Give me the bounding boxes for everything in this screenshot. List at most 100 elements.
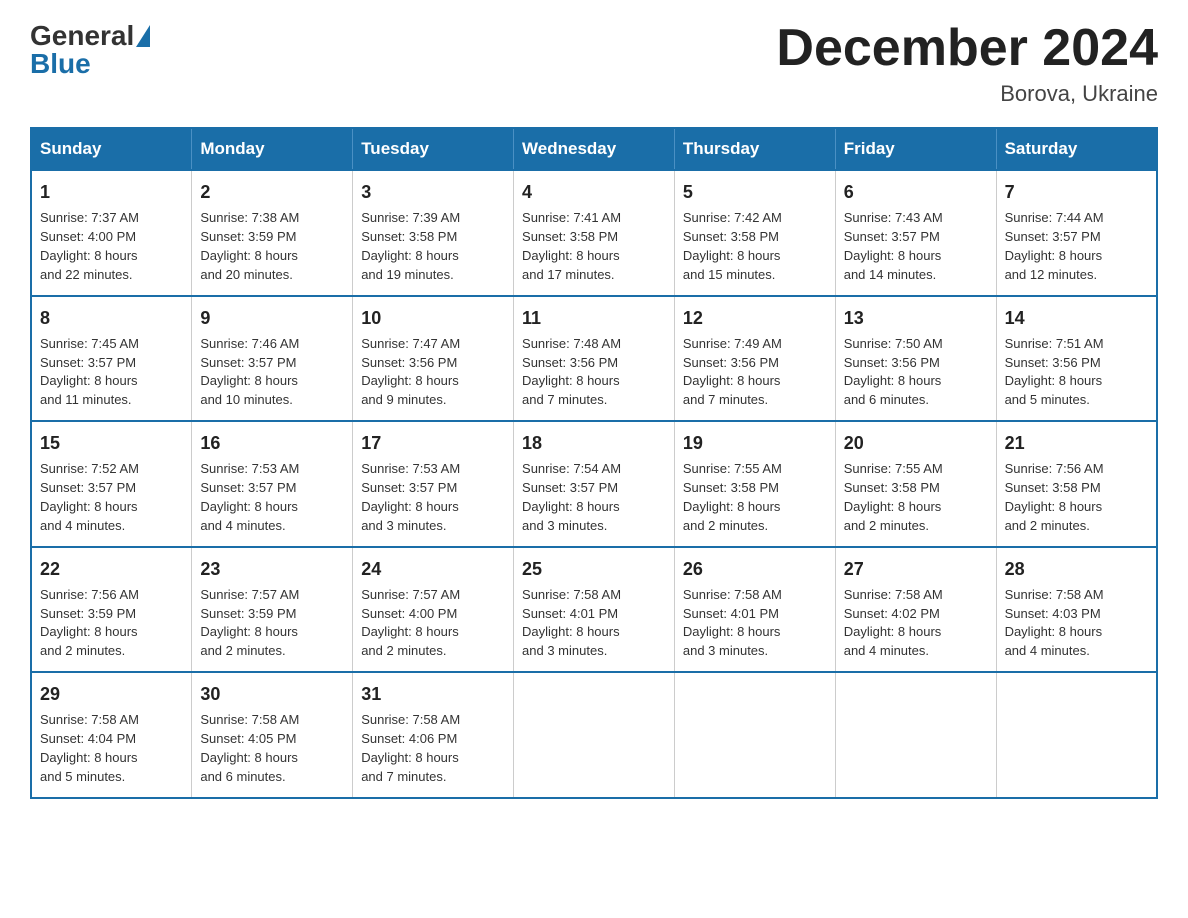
day-number: 17 bbox=[361, 430, 505, 456]
day-of-week-header: Saturday bbox=[996, 128, 1157, 170]
day-number: 30 bbox=[200, 681, 344, 707]
day-info: Sunrise: 7:58 AMSunset: 4:05 PMDaylight:… bbox=[200, 711, 344, 786]
calendar-day-cell: 14Sunrise: 7:51 AMSunset: 3:56 PMDayligh… bbox=[996, 296, 1157, 421]
day-info: Sunrise: 7:44 AMSunset: 3:57 PMDaylight:… bbox=[1005, 209, 1148, 284]
day-info: Sunrise: 7:41 AMSunset: 3:58 PMDaylight:… bbox=[522, 209, 666, 284]
calendar-header: SundayMondayTuesdayWednesdayThursdayFrid… bbox=[31, 128, 1157, 170]
day-info: Sunrise: 7:58 AMSunset: 4:02 PMDaylight:… bbox=[844, 586, 988, 661]
day-info: Sunrise: 7:58 AMSunset: 4:06 PMDaylight:… bbox=[361, 711, 505, 786]
day-info: Sunrise: 7:55 AMSunset: 3:58 PMDaylight:… bbox=[844, 460, 988, 535]
calendar-week-row: 22 Sunrise: 7:56 AMSunset: 3:59 PMDayligh… bbox=[31, 547, 1157, 672]
calendar-week-row: 1 Sunrise: 7:37 AMSunset: 4:00 PMDaylight… bbox=[31, 170, 1157, 295]
day-of-week-header: Tuesday bbox=[353, 128, 514, 170]
day-info: Sunrise: 7:57 AMSunset: 4:00 PMDaylight:… bbox=[361, 586, 505, 661]
day-number: 1 bbox=[40, 179, 183, 205]
calendar-day-cell: 1 Sunrise: 7:37 AMSunset: 4:00 PMDaylight… bbox=[31, 170, 192, 295]
calendar-day-cell: 27 Sunrise: 7:58 AMSunset: 4:02 PMDayligh… bbox=[835, 547, 996, 672]
calendar-day-cell: 24Sunrise: 7:57 AMSunset: 4:00 PMDayligh… bbox=[353, 547, 514, 672]
logo-triangle-icon bbox=[136, 25, 150, 47]
calendar-week-row: 15 Sunrise: 7:52 AMSunset: 3:57 PMDayligh… bbox=[31, 421, 1157, 546]
day-number: 7 bbox=[1005, 179, 1148, 205]
day-number: 16 bbox=[200, 430, 344, 456]
calendar-day-cell: 16 Sunrise: 7:53 AMSunset: 3:57 PMDayligh… bbox=[192, 421, 353, 546]
calendar-day-cell bbox=[674, 672, 835, 797]
day-number: 11 bbox=[522, 305, 666, 331]
calendar-day-cell: 31 Sunrise: 7:58 AMSunset: 4:06 PMDayligh… bbox=[353, 672, 514, 797]
day-number: 22 bbox=[40, 556, 183, 582]
day-number: 8 bbox=[40, 305, 183, 331]
calendar-day-cell: 9 Sunrise: 7:46 AMSunset: 3:57 PMDaylight… bbox=[192, 296, 353, 421]
day-info: Sunrise: 7:58 AMSunset: 4:03 PMDaylight:… bbox=[1005, 586, 1148, 661]
day-info: Sunrise: 7:50 AMSunset: 3:56 PMDaylight:… bbox=[844, 335, 988, 410]
day-number: 28 bbox=[1005, 556, 1148, 582]
day-info: Sunrise: 7:42 AMSunset: 3:58 PMDaylight:… bbox=[683, 209, 827, 284]
day-info: Sunrise: 7:38 AMSunset: 3:59 PMDaylight:… bbox=[200, 209, 344, 284]
day-number: 18 bbox=[522, 430, 666, 456]
calendar-day-cell: 3 Sunrise: 7:39 AMSunset: 3:58 PMDaylight… bbox=[353, 170, 514, 295]
day-number: 2 bbox=[200, 179, 344, 205]
day-number: 27 bbox=[844, 556, 988, 582]
day-info: Sunrise: 7:58 AMSunset: 4:01 PMDaylight:… bbox=[522, 586, 666, 661]
day-info: Sunrise: 7:45 AMSunset: 3:57 PMDaylight:… bbox=[40, 335, 183, 410]
day-number: 19 bbox=[683, 430, 827, 456]
day-info: Sunrise: 7:43 AMSunset: 3:57 PMDaylight:… bbox=[844, 209, 988, 284]
day-number: 13 bbox=[844, 305, 988, 331]
day-number: 26 bbox=[683, 556, 827, 582]
day-info: Sunrise: 7:52 AMSunset: 3:57 PMDaylight:… bbox=[40, 460, 183, 535]
day-info: Sunrise: 7:47 AMSunset: 3:56 PMDaylight:… bbox=[361, 335, 505, 410]
day-of-week-header: Wednesday bbox=[514, 128, 675, 170]
calendar-day-cell bbox=[996, 672, 1157, 797]
day-info: Sunrise: 7:48 AMSunset: 3:56 PMDaylight:… bbox=[522, 335, 666, 410]
day-number: 3 bbox=[361, 179, 505, 205]
day-info: Sunrise: 7:57 AMSunset: 3:59 PMDaylight:… bbox=[200, 586, 344, 661]
day-number: 15 bbox=[40, 430, 183, 456]
day-of-week-header: Monday bbox=[192, 128, 353, 170]
day-info: Sunrise: 7:53 AMSunset: 3:57 PMDaylight:… bbox=[200, 460, 344, 535]
calendar-day-cell: 6 Sunrise: 7:43 AMSunset: 3:57 PMDaylight… bbox=[835, 170, 996, 295]
calendar-day-cell: 15 Sunrise: 7:52 AMSunset: 3:57 PMDayligh… bbox=[31, 421, 192, 546]
calendar-day-cell: 23 Sunrise: 7:57 AMSunset: 3:59 PMDayligh… bbox=[192, 547, 353, 672]
calendar-day-cell: 8 Sunrise: 7:45 AMSunset: 3:57 PMDaylight… bbox=[31, 296, 192, 421]
calendar-day-cell: 28 Sunrise: 7:58 AMSunset: 4:03 PMDayligh… bbox=[996, 547, 1157, 672]
day-info: Sunrise: 7:39 AMSunset: 3:58 PMDaylight:… bbox=[361, 209, 505, 284]
calendar-day-cell: 5 Sunrise: 7:42 AMSunset: 3:58 PMDaylight… bbox=[674, 170, 835, 295]
day-number: 23 bbox=[200, 556, 344, 582]
day-info: Sunrise: 7:37 AMSunset: 4:00 PMDaylight:… bbox=[40, 209, 183, 284]
calendar-day-cell: 18 Sunrise: 7:54 AMSunset: 3:57 PMDayligh… bbox=[514, 421, 675, 546]
calendar-day-cell: 29Sunrise: 7:58 AMSunset: 4:04 PMDayligh… bbox=[31, 672, 192, 797]
calendar-day-cell: 13 Sunrise: 7:50 AMSunset: 3:56 PMDayligh… bbox=[835, 296, 996, 421]
calendar-day-cell: 2 Sunrise: 7:38 AMSunset: 3:59 PMDaylight… bbox=[192, 170, 353, 295]
calendar-day-cell: 19Sunrise: 7:55 AMSunset: 3:58 PMDayligh… bbox=[674, 421, 835, 546]
day-number: 29 bbox=[40, 681, 183, 707]
calendar-body: 1 Sunrise: 7:37 AMSunset: 4:00 PMDaylight… bbox=[31, 170, 1157, 797]
day-number: 10 bbox=[361, 305, 505, 331]
calendar-day-cell: 17 Sunrise: 7:53 AMSunset: 3:57 PMDayligh… bbox=[353, 421, 514, 546]
calendar-day-cell: 12 Sunrise: 7:49 AMSunset: 3:56 PMDayligh… bbox=[674, 296, 835, 421]
day-number: 25 bbox=[522, 556, 666, 582]
title-area: December 2024 Borova, Ukraine bbox=[776, 20, 1158, 107]
day-number: 31 bbox=[361, 681, 505, 707]
logo-blue-text: Blue bbox=[30, 48, 91, 79]
calendar-day-cell: 7 Sunrise: 7:44 AMSunset: 3:57 PMDaylight… bbox=[996, 170, 1157, 295]
calendar-day-cell bbox=[514, 672, 675, 797]
day-info: Sunrise: 7:53 AMSunset: 3:57 PMDaylight:… bbox=[361, 460, 505, 535]
day-info: Sunrise: 7:49 AMSunset: 3:56 PMDaylight:… bbox=[683, 335, 827, 410]
day-number: 4 bbox=[522, 179, 666, 205]
day-header-row: SundayMondayTuesdayWednesdayThursdayFrid… bbox=[31, 128, 1157, 170]
day-number: 9 bbox=[200, 305, 344, 331]
month-title: December 2024 bbox=[776, 20, 1158, 77]
calendar-day-cell: 4 Sunrise: 7:41 AMSunset: 3:58 PMDaylight… bbox=[514, 170, 675, 295]
day-info: Sunrise: 7:56 AMSunset: 3:58 PMDaylight:… bbox=[1005, 460, 1148, 535]
day-info: Sunrise: 7:56 AMSunset: 3:59 PMDaylight:… bbox=[40, 586, 183, 661]
calendar-day-cell: 20Sunrise: 7:55 AMSunset: 3:58 PMDayligh… bbox=[835, 421, 996, 546]
day-number: 12 bbox=[683, 305, 827, 331]
day-info: Sunrise: 7:51 AMSunset: 3:56 PMDaylight:… bbox=[1005, 335, 1148, 410]
day-info: Sunrise: 7:46 AMSunset: 3:57 PMDaylight:… bbox=[200, 335, 344, 410]
day-number: 5 bbox=[683, 179, 827, 205]
day-of-week-header: Thursday bbox=[674, 128, 835, 170]
page-header: General Blue December 2024 Borova, Ukrai… bbox=[30, 20, 1158, 107]
day-info: Sunrise: 7:54 AMSunset: 3:57 PMDaylight:… bbox=[522, 460, 666, 535]
calendar-day-cell bbox=[835, 672, 996, 797]
day-number: 6 bbox=[844, 179, 988, 205]
calendar-day-cell: 10 Sunrise: 7:47 AMSunset: 3:56 PMDayligh… bbox=[353, 296, 514, 421]
